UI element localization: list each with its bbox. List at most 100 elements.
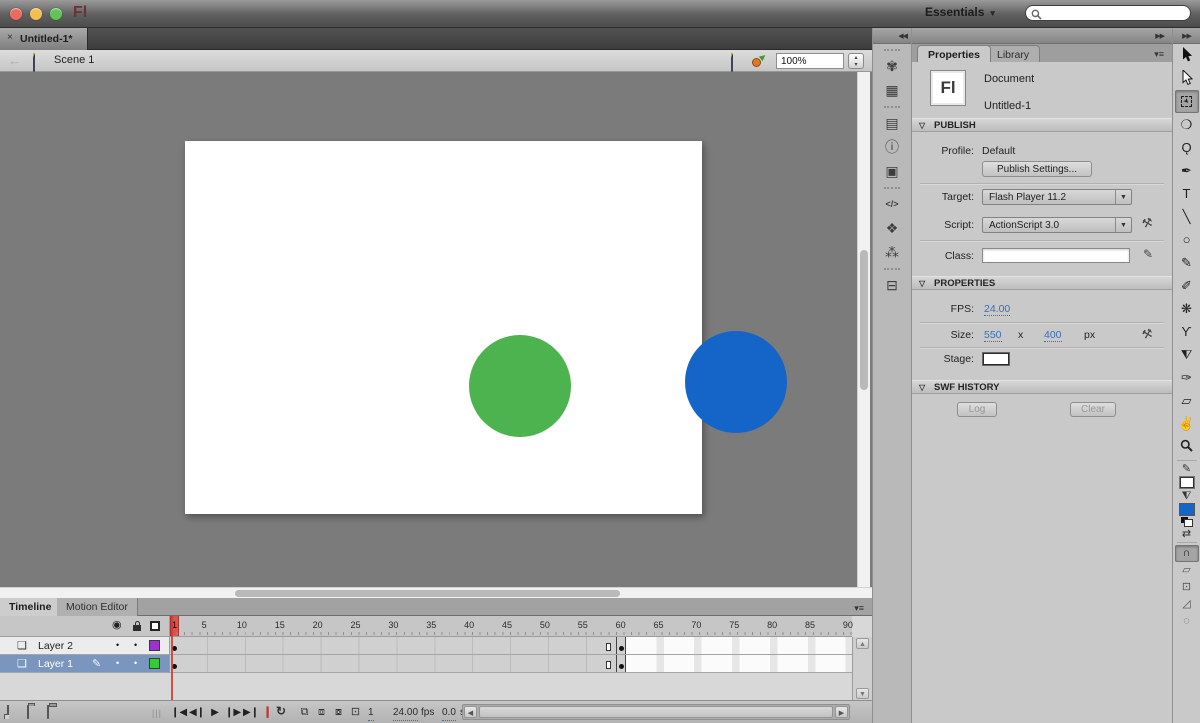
layer-row-layer2[interactable]: ❏ Layer 2 • • [0,637,170,655]
pencil-tool[interactable]: ✎ [1175,251,1199,274]
workspace-switcher[interactable]: Essentials▾ [925,5,995,23]
size-height-value[interactable]: 400 [1044,329,1062,342]
ruler-number[interactable]: 65 [649,620,669,630]
frame-span[interactable] [170,655,617,672]
stroke-color-swatch[interactable] [1179,476,1195,489]
elapsed-time-value[interactable]: 0.0 [442,706,456,721]
scroll-right-arrow[interactable]: ▶ [835,706,848,718]
scroll-up-arrow[interactable]: ▲ [856,638,869,649]
class-input[interactable] [982,248,1130,263]
color-panel-icon[interactable]: ✾ [879,55,905,77]
scale-option[interactable]: ⊡ [1175,579,1199,596]
ruler-number[interactable]: 5 [194,620,214,630]
scrollbar-thumb[interactable] [479,706,833,718]
tab-properties[interactable]: Properties [917,45,991,62]
paint-bucket-tool[interactable]: ⧨ [1175,343,1199,366]
timeline-horizontal-scrollbar[interactable]: ◀ ▶ [462,704,850,720]
canvas-horizontal-scrollbar[interactable] [0,587,872,598]
info-panel-icon[interactable]: ⓘ [879,136,905,158]
oval-tool[interactable]: ○ [1175,228,1199,251]
script-settings-wrench-icon[interactable]: ⚒ [1140,215,1154,231]
playhead[interactable] [171,616,173,700]
layer-outline-color-swatch[interactable] [149,640,160,651]
subselection-tool[interactable] [1175,67,1199,90]
outline-layers-icon[interactable] [150,621,160,631]
ruler-number[interactable]: 90 [838,620,858,630]
scrollbar-thumb[interactable] [235,590,620,597]
blue-circle-shape[interactable] [685,331,787,433]
layer-name[interactable]: Layer 1 [38,658,73,670]
keyframe-cell[interactable] [617,637,627,654]
keyframe-dot[interactable] [619,664,624,669]
back-arrow-icon[interactable]: ← [8,53,21,68]
code-snippets-panel-icon[interactable]: </> [879,193,905,215]
edit-scene-icon[interactable] [731,53,733,72]
green-circle-shape[interactable] [469,335,571,437]
close-tab-icon[interactable]: × [7,33,13,43]
layer-visibility-dot[interactable]: • [116,658,119,668]
transform-panel-icon[interactable]: ▣ [879,160,905,182]
timeline-vertical-scrollbar[interactable]: ▲ ▼ [852,637,872,700]
rotate-skew-option[interactable]: ▱ [1175,562,1199,579]
class-edit-pencil-icon[interactable]: ✎ [1143,247,1153,261]
modify-markers-button[interactable]: ⊡ [347,705,364,719]
fill-color-swatch[interactable] [1179,503,1195,516]
frames-row-layer1[interactable] [170,655,852,673]
bone-tool[interactable]: Ƴ [1175,320,1199,343]
step-forward-button[interactable]: ❙▶ [224,706,242,720]
expand-right-icon[interactable]: ▶▶ [1155,32,1164,40]
swap-colors-icon[interactable]: ⇄ [1182,528,1191,540]
publish-section-header[interactable]: ▽ PUBLISH [912,118,1172,132]
swf-clear-button[interactable]: Clear [1070,402,1116,417]
swatches-panel-icon[interactable]: ▦ [879,79,905,101]
layer-name[interactable]: Layer 2 [38,640,73,652]
new-folder-button[interactable] [27,705,29,719]
text-tool[interactable]: T [1175,182,1199,205]
hand-tool[interactable]: ✌ [1175,412,1199,435]
stage[interactable] [185,141,702,514]
eyedropper-tool[interactable]: ✑ [1175,366,1199,389]
ruler-number[interactable]: 75 [724,620,744,630]
pen-tool[interactable]: ✒ [1175,159,1199,182]
empty-frames[interactable] [626,637,852,654]
window-close-button[interactable] [10,8,22,20]
brush-tool[interactable]: ✐ [1175,274,1199,297]
3d-rotation-tool[interactable]: ❍ [1175,113,1199,136]
ruler-number[interactable]: 85 [800,620,820,630]
tab-library[interactable]: Library [986,45,1040,62]
tab-motion-editor[interactable]: Motion Editor [57,598,138,616]
envelope-option[interactable]: ◌ [1175,613,1199,630]
center-frame-button[interactable]: ❙ [263,705,271,719]
fps-value[interactable]: 24.00 [984,303,1010,316]
zoom-stepper[interactable]: ▴▾ [848,53,864,69]
edit-multiple-frames-button[interactable]: ⧇ [330,705,347,719]
frames-row-layer2[interactable] [170,637,852,655]
window-minimize-button[interactable] [30,8,42,20]
goto-first-frame-button[interactable]: ❙◀ [170,706,188,720]
zoom-level-field[interactable] [776,53,844,69]
dock-collapse-bar[interactable]: ◀◀ [873,28,911,44]
frame-ruler[interactable]: 151015202530354045505560657075808590 [170,616,852,637]
ruler-number[interactable]: 15 [270,620,290,630]
selection-tool[interactable] [1175,44,1199,67]
zoom-tool[interactable] [1175,435,1199,458]
layer-lock-dot[interactable]: • [134,640,137,650]
collapse-left-icon[interactable]: ◀◀ [898,33,907,40]
scrollbar-thumb[interactable] [860,250,868,390]
free-transform-tool[interactable] [1175,90,1199,113]
align-panel-icon[interactable]: ▤ [879,112,905,134]
script-dropdown[interactable]: ActionScript 3.0 ▼ [982,217,1132,233]
layer-row-layer1[interactable]: ❏ Layer 1 ✎ • • [0,655,170,673]
frame-span[interactable] [170,637,617,654]
project-panel-icon[interactable]: ⊟ [879,274,905,296]
ruler-number[interactable]: 30 [383,620,403,630]
lasso-tool[interactable]: Ǫ [1175,136,1199,159]
scene-breadcrumb[interactable]: Scene 1 [54,54,94,66]
goto-last-frame-button[interactable]: ▶❙ [242,706,260,720]
layer-visibility-dot[interactable]: • [116,640,119,650]
panel-menu-icon[interactable]: ▾≡ [854,603,864,614]
size-settings-wrench-icon[interactable]: ⚒ [1140,326,1154,342]
scroll-left-arrow[interactable]: ◀ [464,706,477,718]
current-frame-value[interactable]: 1 [368,706,374,721]
lock-layers-icon[interactable] [133,625,141,631]
